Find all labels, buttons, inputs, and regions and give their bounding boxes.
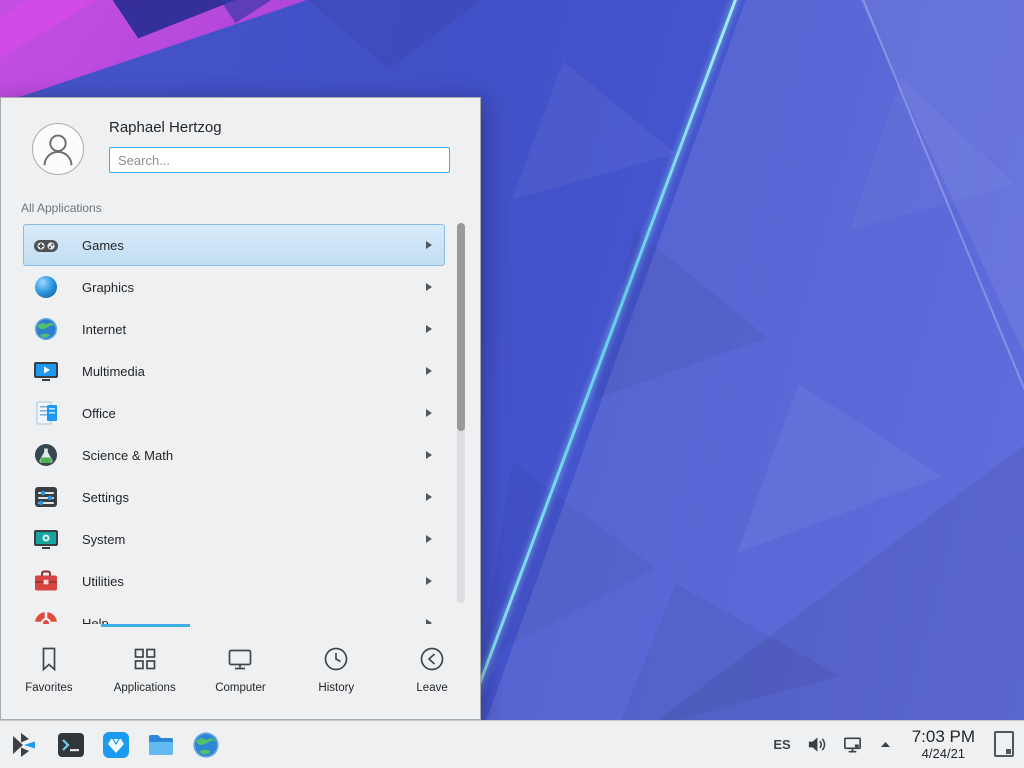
submenu-arrow-icon: [426, 493, 432, 501]
active-tab-indicator: [101, 624, 190, 627]
graphics-icon: [32, 273, 60, 301]
utilities-icon: [32, 567, 60, 595]
user-name: Raphael Hertzog: [109, 119, 222, 136]
taskbar-panel: ES 7:03 PM 4/24/21: [0, 720, 1024, 768]
monitor-icon: [225, 644, 255, 674]
internet-icon: [32, 315, 60, 343]
submenu-arrow-icon: [426, 535, 432, 543]
web-browser-icon[interactable]: [190, 729, 222, 761]
category-label: Science & Math: [82, 448, 173, 463]
scrollbar-thumb[interactable]: [457, 223, 465, 431]
settings-icon: [32, 483, 60, 511]
application-launcher-icon[interactable]: [8, 728, 42, 762]
terminal-icon[interactable]: [55, 729, 87, 761]
system-icon: [32, 525, 60, 553]
launcher-tab-bar: Favorites Applications Computer History: [1, 624, 480, 719]
volume-icon[interactable]: [806, 734, 827, 755]
submenu-arrow-icon: [426, 409, 432, 417]
tab-label: Applications: [114, 682, 176, 694]
games-icon: [32, 231, 60, 259]
file-manager-icon[interactable]: [145, 729, 177, 761]
category-label: Games: [82, 238, 124, 253]
category-label: Multimedia: [82, 364, 145, 379]
show-desktop-icon[interactable]: [994, 731, 1014, 757]
submenu-arrow-icon: [426, 577, 432, 585]
category-games[interactable]: Games: [23, 224, 445, 266]
tab-label: Leave: [416, 682, 447, 694]
category-science-math[interactable]: Science & Math: [23, 434, 445, 476]
category-label: Office: [82, 406, 116, 421]
tab-label: Favorites: [25, 682, 72, 694]
tab-label: History: [318, 682, 354, 694]
application-launcher-menu: Raphael Hertzog All Applications Games G…: [0, 97, 481, 720]
tab-favorites[interactable]: Favorites: [1, 624, 97, 719]
category-multimedia[interactable]: Multimedia: [23, 350, 445, 392]
category-label: Internet: [82, 322, 126, 337]
category-label: Graphics: [82, 280, 134, 295]
clock-icon: [321, 644, 351, 674]
category-utilities[interactable]: Utilities: [23, 560, 445, 602]
software-center-icon[interactable]: [100, 729, 132, 761]
system-tray: ES 7:03 PM 4/24/21: [773, 727, 1024, 761]
tab-history[interactable]: History: [288, 624, 384, 719]
multimedia-icon: [32, 357, 60, 385]
tab-computer[interactable]: Computer: [193, 624, 289, 719]
category-label: System: [82, 532, 125, 547]
clock-date: 4/24/21: [922, 747, 965, 762]
network-icon[interactable]: [842, 734, 863, 755]
category-list: Games Graphics Internet Multimedia: [23, 224, 445, 644]
bookmark-icon: [34, 644, 64, 674]
submenu-arrow-icon: [426, 241, 432, 249]
clock-widget[interactable]: 7:03 PM 4/24/21: [908, 727, 979, 761]
submenu-arrow-icon: [426, 283, 432, 291]
category-graphics[interactable]: Graphics: [23, 266, 445, 308]
leave-icon: [417, 644, 447, 674]
user-avatar[interactable]: [32, 123, 84, 175]
category-system[interactable]: System: [23, 518, 445, 560]
clock-time: 7:03 PM: [912, 727, 975, 747]
keyboard-layout-indicator[interactable]: ES: [773, 737, 790, 752]
category-label: Utilities: [82, 574, 124, 589]
section-label: All Applications: [21, 201, 102, 215]
tab-label: Computer: [215, 682, 266, 694]
category-settings[interactable]: Settings: [23, 476, 445, 518]
taskbar-left: [0, 728, 222, 762]
grid-icon: [130, 644, 160, 674]
tab-leave[interactable]: Leave: [384, 624, 480, 719]
submenu-arrow-icon: [426, 325, 432, 333]
category-office[interactable]: Office: [23, 392, 445, 434]
search-input[interactable]: [109, 147, 450, 173]
submenu-arrow-icon: [426, 367, 432, 375]
category-label: Settings: [82, 490, 129, 505]
category-internet[interactable]: Internet: [23, 308, 445, 350]
office-icon: [32, 399, 60, 427]
tab-applications[interactable]: Applications: [97, 624, 193, 719]
scrollbar-track[interactable]: [457, 223, 465, 603]
science-icon: [32, 441, 60, 469]
expand-panel-icon[interactable]: [878, 737, 893, 752]
submenu-arrow-icon: [426, 451, 432, 459]
